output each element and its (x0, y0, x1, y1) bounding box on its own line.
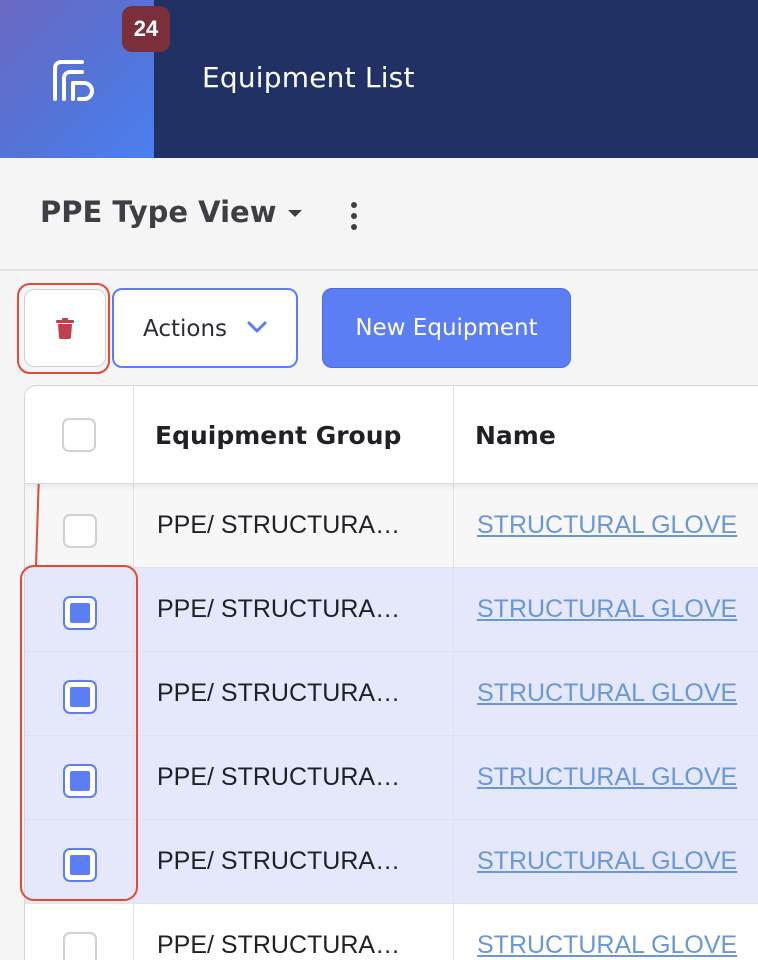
column-header-name[interactable]: Name (454, 386, 758, 484)
select-all-checkbox[interactable] (62, 418, 96, 452)
equipment-list-page: 24 Equipment List PPE Type View Actions … (0, 0, 758, 960)
select-all-cell (25, 386, 134, 484)
table-header: Equipment Group Name (25, 386, 758, 484)
column-header-equipment-group[interactable]: Equipment Group (134, 386, 454, 484)
